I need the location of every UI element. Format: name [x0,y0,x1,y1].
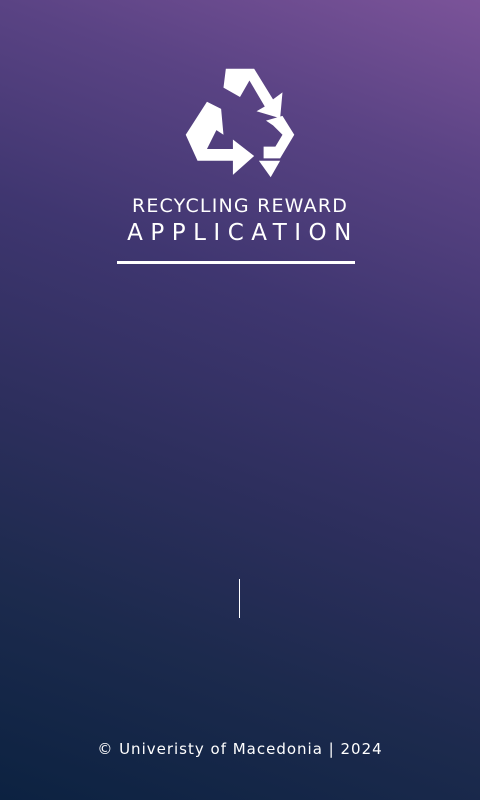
app-title-line1: RECYCLING REWARD [131,195,349,217]
splash-screen: RECYCLING REWARD APPLICATION © Univerist… [0,0,480,800]
copyright-footer: © Univeristy of Macedonia | 2024 [97,740,383,758]
app-title-line2: APPLICATION [127,220,359,246]
title-divider [117,261,355,264]
loading-indicator [239,579,240,618]
recycle-icon [180,64,300,182]
